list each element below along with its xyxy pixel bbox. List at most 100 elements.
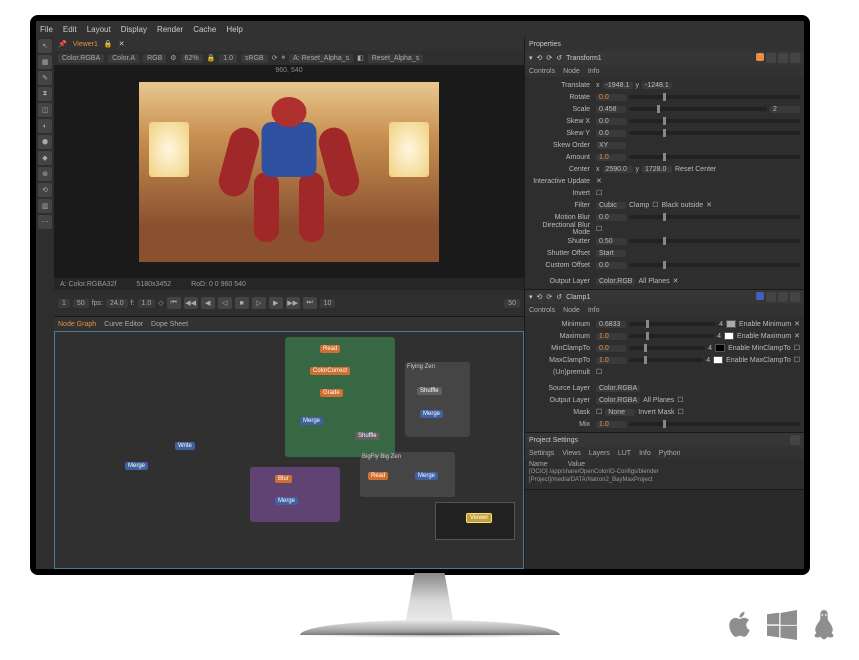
input-b[interactable]: Reset_Alpha_s [368, 54, 423, 63]
tool-merge-icon[interactable]: ⊕ [38, 167, 52, 181]
node-merge-b[interactable]: Merge [420, 410, 443, 418]
wipe-icon[interactable]: ◧ [357, 54, 364, 62]
menu-file[interactable]: File [40, 25, 53, 34]
menu-render[interactable]: Render [157, 25, 183, 34]
node-graph-canvas[interactable]: Read ColorCorrect Grade Merge Shuffle Fl… [54, 331, 524, 569]
filter-select[interactable]: Cubic [596, 202, 626, 209]
node-group-green[interactable]: Read ColorCorrect Grade Merge Shuffle [285, 337, 395, 457]
node-viewer[interactable]: Viewer [466, 513, 492, 523]
tab-curve-editor[interactable]: Curve Editor [104, 321, 143, 328]
menu-display[interactable]: Display [121, 25, 147, 34]
mix-slider[interactable] [629, 422, 800, 426]
clamp-checkbox[interactable]: Clamp [629, 202, 649, 209]
tab-settings[interactable]: Settings [529, 450, 554, 457]
enable-maxclamp-checkbox[interactable]: Enable MaxClampTo [726, 357, 791, 364]
tab-info[interactable]: Info [588, 307, 600, 314]
node-merge-e[interactable]: Merge [125, 462, 148, 470]
maxclamp-slider[interactable] [629, 358, 703, 362]
min-swatch[interactable] [726, 320, 736, 328]
tab-controls[interactable]: Controls [529, 68, 555, 75]
tab-info[interactable]: Info [639, 450, 651, 457]
frame-end[interactable]: 50 [73, 299, 89, 308]
viewer-canvas[interactable]: 960, 540 [54, 65, 524, 278]
center-y[interactable]: 1728.0 [642, 166, 672, 173]
mix-value[interactable]: 1.0 [596, 421, 626, 428]
output-select[interactable]: Color.RGBA [596, 397, 640, 404]
menu-layout[interactable]: Layout [87, 25, 111, 34]
alpha-select[interactable]: Color.A [108, 54, 139, 63]
settings-title-bar[interactable]: Project Settings [525, 433, 804, 447]
tool-other-icon[interactable]: ⋯ [38, 215, 52, 229]
play-forward-icon[interactable]: ▶ [269, 297, 283, 309]
frame-start[interactable]: 1 [58, 299, 70, 308]
translate-y[interactable]: -1248.1 [642, 82, 672, 89]
translate-x[interactable]: -1948.1 [603, 82, 633, 89]
tab-node[interactable]: Node [563, 307, 580, 314]
node-group-bigfly[interactable]: BigFly Big Zen Read Merge [360, 452, 455, 497]
rotate-value[interactable]: 0.0 [596, 94, 626, 101]
scale-slider[interactable] [629, 107, 767, 111]
tool-transform-icon[interactable]: ⟲ [38, 183, 52, 197]
shutteroff-select[interactable]: Start [596, 250, 626, 257]
rotate-slider[interactable] [629, 95, 800, 99]
help-icon[interactable] [778, 292, 788, 302]
tab-python[interactable]: Python [659, 450, 681, 457]
invert-mask-checkbox[interactable]: Invert Mask [638, 409, 674, 416]
scale-link[interactable]: 2 [770, 106, 800, 113]
max-slider[interactable] [629, 334, 714, 338]
scale-value[interactable]: 0.458 [596, 106, 626, 113]
color-swatch-icon[interactable] [756, 292, 764, 300]
minclamp-value[interactable]: 0.0 [596, 345, 626, 352]
skewy-slider[interactable] [629, 131, 800, 135]
enable-max-checkbox[interactable]: Enable Maximum [737, 333, 791, 340]
dirblur-checkbox[interactable]: ☐ [596, 225, 602, 233]
redo-icon[interactable]: ⟳ [546, 293, 552, 301]
last-frame-icon[interactable]: ⏭ [303, 297, 317, 309]
tab-node-graph[interactable]: Node Graph [58, 321, 96, 328]
min-slider[interactable] [629, 322, 716, 326]
node-shuffle-a[interactable]: Shuffle [355, 432, 380, 440]
tool-duration-icon[interactable]: ⧗ [38, 87, 52, 101]
tab-info[interactable]: Info [588, 68, 600, 75]
minclamp-swatch[interactable] [715, 344, 725, 352]
invert-checkbox[interactable]: ☐ [596, 189, 602, 197]
shutter-value[interactable]: 0.50 [596, 238, 626, 245]
tool-arrow-icon[interactable]: ↖ [38, 39, 52, 53]
colorspace-select[interactable]: sRGB [241, 54, 268, 63]
interactive-checkbox[interactable]: ✕ [596, 177, 602, 185]
menu-cache[interactable]: Cache [193, 25, 216, 34]
fps-field[interactable]: 24.0 [106, 299, 128, 308]
lock-icon[interactable]: 🔒 [207, 54, 216, 62]
tab-lut[interactable]: LUT [618, 450, 631, 457]
refresh-icon[interactable]: ⟳ [272, 54, 278, 62]
minimize-icon[interactable] [766, 292, 776, 302]
skewy-value[interactable]: 0.0 [596, 130, 626, 137]
tab-views[interactable]: Views [562, 450, 581, 457]
undo-icon[interactable]: ⟲ [537, 54, 543, 62]
prev-keyframe-icon[interactable]: ◀◀ [184, 297, 198, 309]
max-value[interactable]: 1.0 [596, 333, 626, 340]
motionblur-slider[interactable] [629, 215, 800, 219]
close-icon[interactable]: ✕ [119, 40, 125, 48]
node-merge[interactable]: Merge [300, 417, 323, 425]
mask-select[interactable]: None [605, 409, 635, 416]
tab-controls[interactable]: Controls [529, 307, 555, 314]
prev-frame-icon[interactable]: ◁ [218, 297, 232, 309]
skewx-slider[interactable] [629, 119, 800, 123]
close-icon[interactable] [790, 292, 800, 302]
node-group-purple[interactable]: Blur Merge [250, 467, 340, 522]
tab-dope-sheet[interactable]: Dope Sheet [151, 321, 188, 328]
tool-filter-icon[interactable]: ⬢ [38, 135, 52, 149]
pin-icon[interactable]: 📌 [58, 40, 67, 48]
node-read-b[interactable]: Read [368, 472, 388, 480]
source-select[interactable]: Color.RGBA [596, 385, 640, 392]
color-swatch-icon[interactable] [756, 53, 764, 61]
expand-icon[interactable]: ▾ [529, 293, 533, 301]
tool-keyer-icon[interactable]: ◆ [38, 151, 52, 165]
pause-icon[interactable]: ⏸ [282, 54, 286, 62]
tool-draw-icon[interactable]: ✎ [38, 71, 52, 85]
transform-title-bar[interactable]: ▾ ⟲ ⟳ ↺ Transform1 [525, 51, 804, 65]
minclamp-slider[interactable] [629, 346, 705, 350]
motionblur-value[interactable]: 0.0 [596, 214, 626, 221]
menu-help[interactable]: Help [226, 25, 242, 34]
